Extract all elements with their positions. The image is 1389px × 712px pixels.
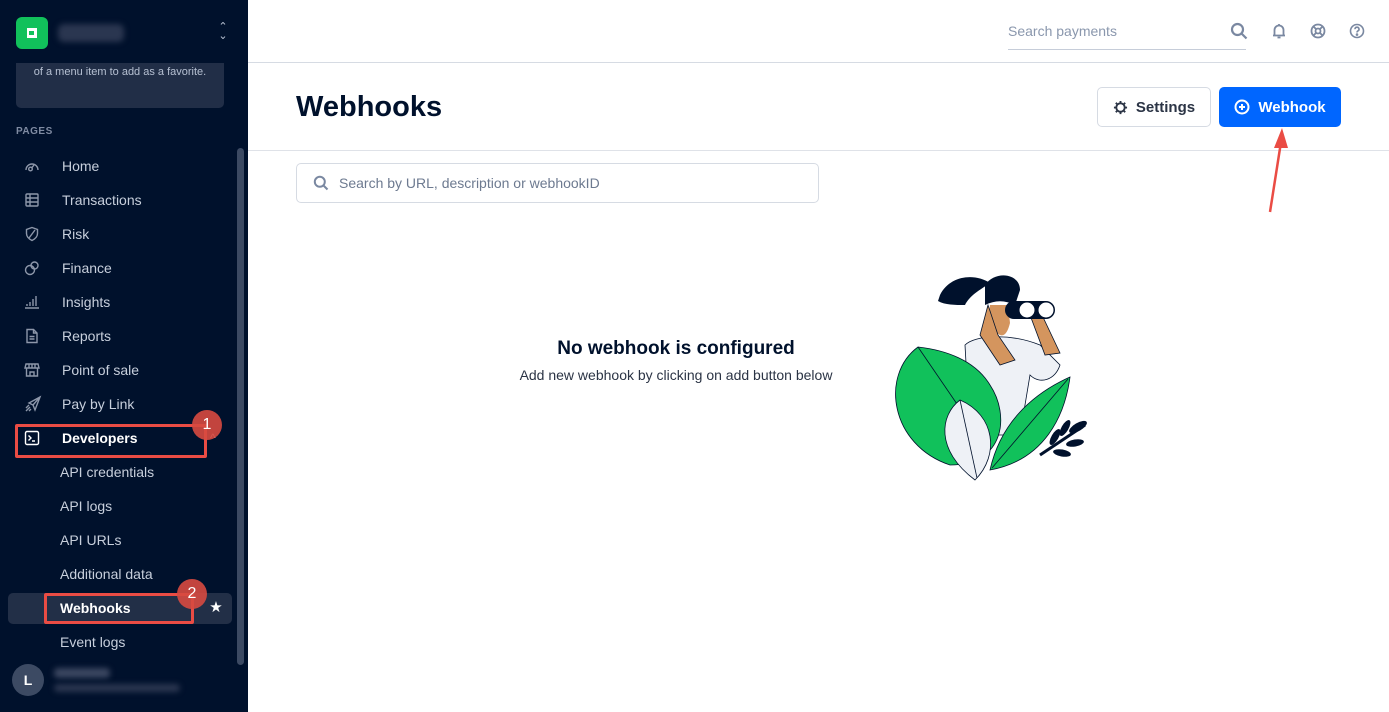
table-icon bbox=[16, 192, 50, 208]
sidebar-subitem-additional-data[interactable]: Additional data bbox=[60, 561, 153, 587]
add-webhook-button-label: Webhook bbox=[1258, 98, 1326, 116]
app: ⌃ ⌄ of a menu item to add as a favorite. … bbox=[0, 0, 1389, 712]
shield-icon bbox=[16, 226, 50, 242]
document-icon bbox=[16, 328, 50, 344]
sidebar-item-home[interactable]: Home bbox=[16, 151, 224, 181]
annotation-arrow bbox=[1268, 128, 1288, 213]
paper-plane-icon bbox=[16, 395, 50, 413]
bar-chart-icon bbox=[16, 294, 50, 310]
annotation-box-step-1 bbox=[15, 424, 207, 458]
sidebar-item-reports[interactable]: Reports bbox=[16, 321, 224, 351]
sidebar-item-insights[interactable]: Insights bbox=[16, 287, 224, 317]
search-payments-input[interactable] bbox=[1008, 14, 1208, 48]
settings-button-label: Settings bbox=[1135, 98, 1196, 116]
annotation-box-step-2 bbox=[44, 593, 194, 624]
sidebar-scrollbar[interactable] bbox=[237, 148, 244, 665]
sidebar-item-label: Finance bbox=[62, 260, 112, 276]
binoculars-illustration bbox=[895, 275, 1087, 481]
sidebar-item-risk[interactable]: Risk bbox=[16, 219, 224, 249]
annotation-badge-step-2: 2 bbox=[177, 579, 207, 609]
sidebar-item-transactions[interactable]: Transactions bbox=[16, 185, 224, 215]
sidebar-item-label: Reports bbox=[62, 328, 112, 344]
sidebar-subitem-api-logs[interactable]: API logs bbox=[60, 493, 112, 519]
top-bar bbox=[248, 0, 1389, 63]
sidebar-item-label: Risk bbox=[62, 226, 90, 242]
sidebar-item-pay-by-link[interactable]: Pay by Link bbox=[16, 389, 224, 419]
sidebar-item-label: Home bbox=[62, 158, 100, 174]
brand-logo[interactable] bbox=[16, 17, 48, 49]
settings-button[interactable]: Settings bbox=[1097, 87, 1211, 127]
search-payments bbox=[1008, 14, 1246, 50]
webhook-search bbox=[296, 163, 819, 203]
page-header: Webhooks Settings Webhook bbox=[248, 63, 1389, 151]
store-icon bbox=[16, 362, 50, 378]
avatar[interactable]: L bbox=[12, 664, 44, 696]
user-email-redacted bbox=[54, 684, 180, 692]
lifebuoy-icon[interactable] bbox=[1309, 22, 1327, 40]
star-favorite-icon[interactable]: ★ bbox=[207, 599, 225, 617]
favorites-hint: of a menu item to add as a favorite. bbox=[16, 63, 224, 108]
sidebar-item-point-of-sale[interactable]: Point of sale bbox=[16, 355, 224, 385]
account-switcher-chevron-icon[interactable]: ⌃ ⌄ bbox=[216, 22, 230, 43]
sidebar-item-label: Insights bbox=[62, 294, 111, 310]
user-name-redacted bbox=[54, 668, 110, 678]
pages-section-label: PAGES bbox=[16, 126, 53, 137]
gear-icon bbox=[1113, 100, 1127, 114]
brand-icon bbox=[27, 28, 37, 38]
plus-circle-icon bbox=[1234, 99, 1250, 115]
home-gauge-icon bbox=[16, 158, 50, 174]
sidebar-subitem-api-urls[interactable]: API URLs bbox=[60, 527, 121, 553]
annotation-badge-step-1: 1 bbox=[192, 410, 222, 440]
coins-icon bbox=[16, 260, 50, 276]
sidebar-item-finance[interactable]: Finance bbox=[16, 253, 224, 283]
sidebar-item-label: Pay by Link bbox=[62, 396, 135, 412]
account-name-redacted[interactable] bbox=[58, 24, 124, 42]
webhook-search-input[interactable] bbox=[339, 175, 799, 191]
sidebar-subitem-api-credentials[interactable]: API credentials bbox=[60, 459, 154, 485]
search-icon bbox=[313, 175, 329, 191]
sidebar-item-label: Point of sale bbox=[62, 362, 140, 378]
search-icon[interactable] bbox=[1230, 22, 1248, 40]
help-icon[interactable] bbox=[1348, 22, 1366, 40]
page-title: Webhooks bbox=[296, 91, 443, 123]
sidebar: ⌃ ⌄ of a menu item to add as a favorite. … bbox=[0, 0, 248, 712]
bell-icon[interactable] bbox=[1270, 22, 1288, 40]
sidebar-subitem-event-logs[interactable]: Event logs bbox=[60, 629, 125, 655]
empty-state-title: No webhook is configured bbox=[557, 338, 795, 359]
sidebar-item-label: Transactions bbox=[62, 192, 142, 208]
empty-state-subtitle: Add new webhook by clicking on add butto… bbox=[519, 367, 833, 383]
